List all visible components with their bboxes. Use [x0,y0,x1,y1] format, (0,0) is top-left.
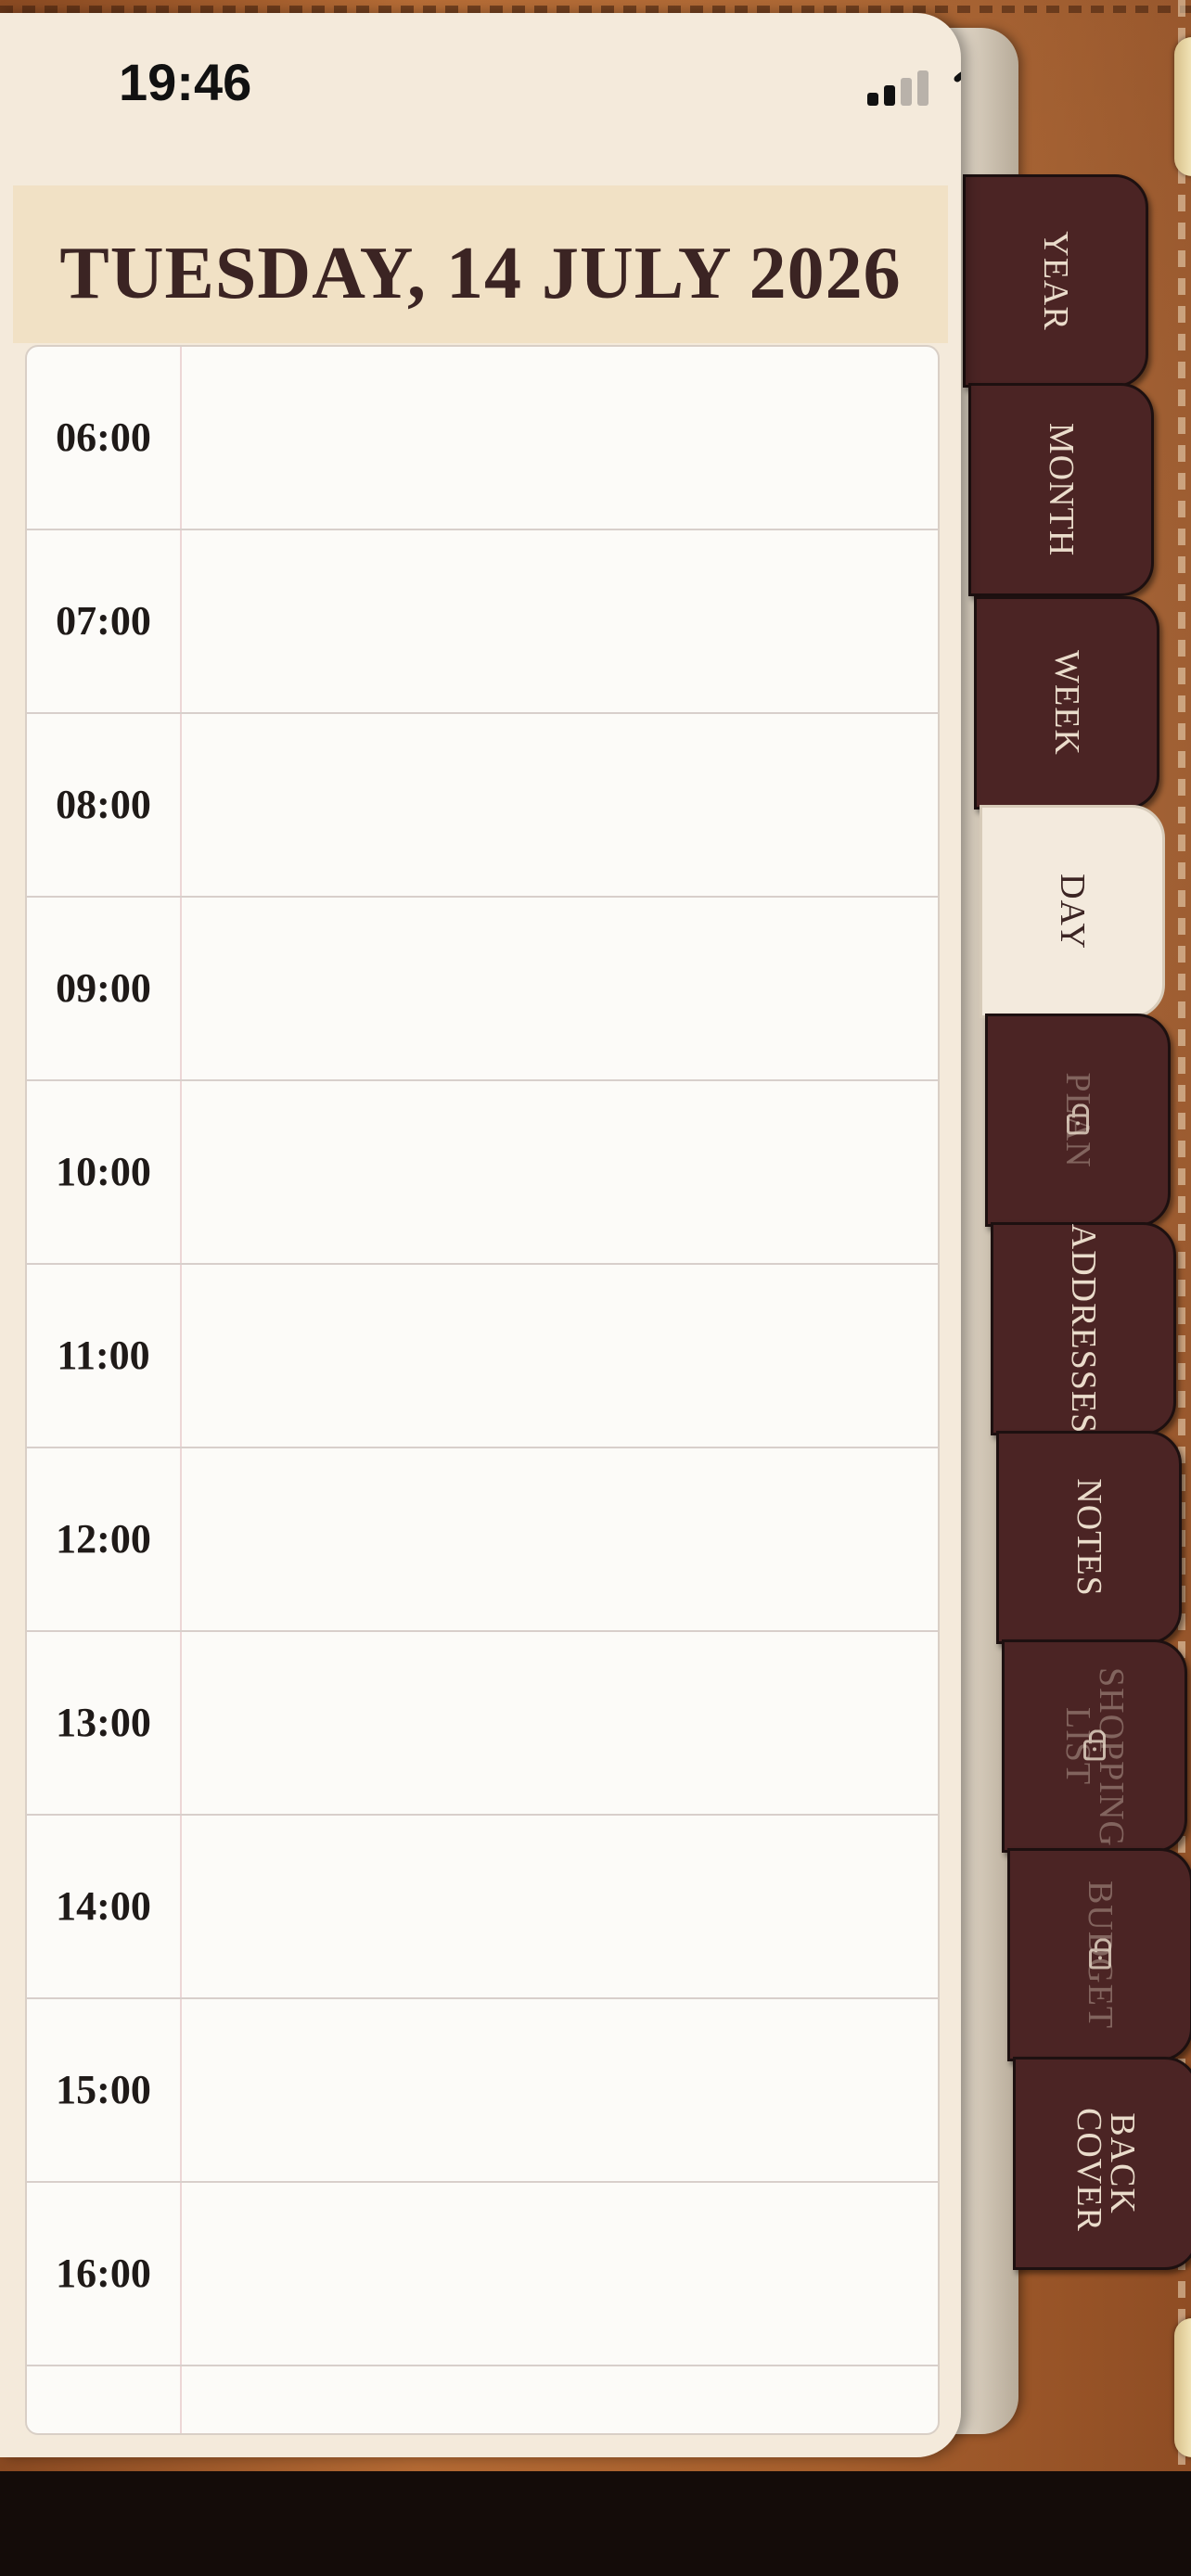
lock-icon [1083,1729,1106,1761]
tab-label: ADDRESSES [1064,1223,1103,1435]
tab-month[interactable]: MONTH [968,383,1154,596]
hour-label: 14:00 [56,1883,151,1929]
hour-row: 08:00 [27,714,938,898]
tab-label: WEEK [1047,650,1086,756]
hour-row: 11:00 [27,1265,938,1448]
hour-row: 10:00 [27,1081,938,1265]
hour-slot[interactable] [182,1816,938,1997]
hour-row: 16:00 [27,2183,938,2366]
tab-day[interactable]: DAY [980,805,1165,1018]
hour-label: 11:00 [57,1333,150,1378]
status-time: 19:46 [119,53,252,111]
hour-label: 06:00 [56,414,151,460]
hour-slot[interactable] [182,2183,938,2365]
hour-slot[interactable] [182,1448,938,1630]
hour-label: 10:00 [56,1149,151,1194]
tab-plan[interactable]: PLAN [985,1014,1171,1227]
tab-label: YEAR [1036,231,1075,331]
wifi-icon [954,71,961,83]
hour-slot[interactable] [182,1265,938,1447]
hour-slot[interactable] [182,530,938,712]
tab-notes[interactable]: NOTES [996,1431,1182,1644]
bottom-safe-area [0,2471,1191,2576]
hour-row [27,2366,938,2433]
hour-row: 07:00 [27,530,938,714]
tab-shopping-list[interactable]: SHOPPING LIST [1002,1639,1187,1853]
tab-addresses[interactable]: ADDRESSES [991,1222,1176,1435]
hour-row: 09:00 [27,898,938,1081]
hour-label [27,2366,180,2433]
tab-label: NOTES [1069,1478,1108,1597]
cellular-signal-icon [867,69,932,106]
hour-slot[interactable] [182,1632,938,1814]
hour-label: 09:00 [56,965,151,1011]
date-header: TUESDAY, 14 JULY 2026 [13,185,948,343]
hour-label: 08:00 [56,782,151,827]
hour-row: 06:00 [27,347,938,530]
tab-back-cover[interactable]: BACK COVER [1013,2057,1191,2270]
hour-label: 16:00 [56,2251,151,2296]
tab-label: BACK COVER [1069,2108,1142,2232]
hour-row: 15:00 [27,1999,938,2183]
hour-label: 12:00 [56,1516,151,1562]
hour-slot[interactable] [182,714,938,896]
tab-year[interactable]: YEAR [963,174,1148,388]
tab-week[interactable]: WEEK [974,596,1159,810]
status-bar: 19:46 100 [0,13,961,171]
hour-slot[interactable] [182,898,938,1079]
hour-label: 15:00 [56,2067,151,2112]
binder-ring-top [1174,37,1191,176]
tab-label: DAY [1053,874,1092,950]
hour-slot[interactable] [182,347,938,529]
lock-icon [1067,1103,1089,1135]
hour-row: 13:00 [27,1632,938,1816]
hour-label: 13:00 [56,1700,151,1745]
tab-budget[interactable]: BUDGET [1007,1848,1191,2061]
hour-row: 14:00 [27,1816,938,1999]
hourly-schedule: 06:00 07:00 08:00 09:00 10:00 11:00 12:0… [25,345,940,2435]
binder-ring-bottom [1174,2318,1191,2457]
hour-slot[interactable] [182,1999,938,2181]
hour-slot[interactable] [182,1081,938,1263]
tab-label: MONTH [1042,422,1081,557]
hour-label: 07:00 [56,598,151,644]
page-title: TUESDAY, 14 JULY 2026 [59,233,902,314]
hour-slot[interactable] [182,2366,938,2433]
cover-stitching-top [0,6,1191,13]
lock-icon [1089,1938,1111,1970]
hour-row: 12:00 [27,1448,938,1632]
